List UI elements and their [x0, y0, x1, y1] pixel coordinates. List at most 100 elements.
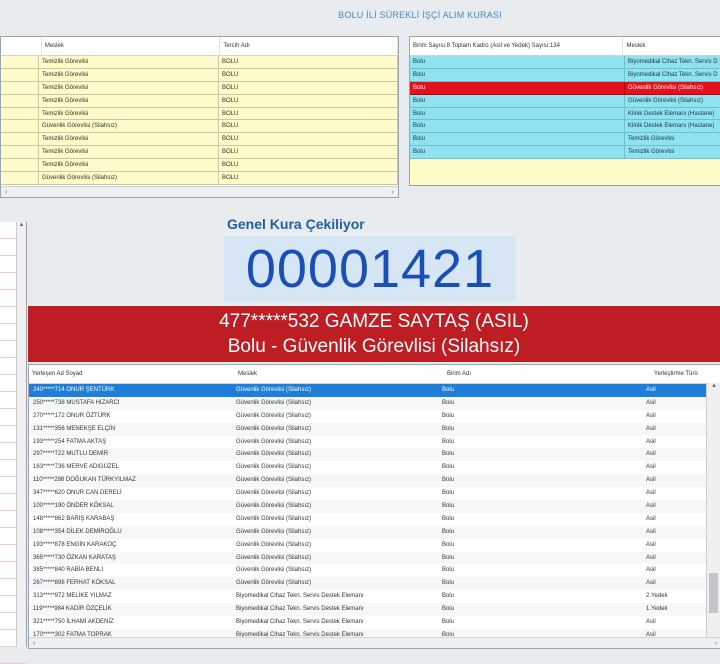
- left-cell-tercih: BOLU: [219, 172, 398, 185]
- results-table-row[interactable]: 240*****714 ONUR ŞENTÜRK Güvenlik Görevli…: [29, 384, 720, 397]
- results-table-row[interactable]: 385*****840 RABİA BENLİ Güvenlik Görevlis…: [29, 564, 720, 577]
- right-cell-birim: Bolu: [410, 68, 625, 82]
- results-cell-name: 108*****354 DİLEK DEMİROĞLU: [29, 525, 232, 539]
- results-cell-birim: Bolu: [442, 515, 455, 522]
- left-cell-tercih: BOLU: [219, 56, 398, 69]
- left-cell-meslek: Temizlik Görevlisi: [39, 146, 219, 160]
- left-table-row[interactable]: Temizlik Görevlisi BOLU: [1, 81, 398, 95]
- results-cell-birim: Bolu: [442, 464, 455, 471]
- results-cell-type: Asil: [646, 567, 656, 574]
- left-side-list[interactable]: ▲: [0, 222, 27, 664]
- scroll-up-icon[interactable]: ▲: [707, 383, 720, 389]
- right-col-meslek[interactable]: Meslek: [623, 37, 720, 55]
- results-table-row[interactable]: 347*****620 ONUR CAN DERELİ Güvenlik Göre…: [29, 487, 720, 500]
- left-cell-blank: [1, 172, 39, 185]
- left-cell-tercih: BOLU: [219, 68, 398, 82]
- results-cell-name: 119*****984 KADİR ÖZÇELİK: [29, 603, 232, 617]
- scroll-left-icon[interactable]: ‹: [5, 189, 7, 196]
- left-list-item[interactable]: [0, 647, 26, 664]
- results-table-row[interactable]: 321*****750 İLHAMİ AKDENİZ Biyomedikal Ci…: [29, 616, 720, 629]
- right-table-row[interactable]: Bolu Klinik Destek Elemanı (Hastane): [410, 107, 720, 121]
- left-col-blank[interactable]: [1, 37, 42, 55]
- left-table-row[interactable]: Güvenlik Görevlisi (Silahsız) BOLU: [1, 120, 398, 134]
- right-table-row[interactable]: Bolu Güvenlik Görevlisi (Silahsız): [410, 94, 720, 108]
- left-table-row[interactable]: Temizlik Görevlisi BOLU: [1, 68, 398, 82]
- results-vscrollbar[interactable]: ▲: [706, 383, 720, 638]
- left-cell-meslek: Güvenlik Görevlisi (Silahsız): [39, 172, 219, 185]
- left-cell-meslek: Temizlik Görevlisi: [39, 107, 219, 121]
- right-cell-meslek: Temizlik Görevlisi: [625, 133, 720, 147]
- results-col-type[interactable]: Yerleştirme Türü: [651, 365, 719, 383]
- results-cell-type: Asil: [646, 464, 656, 471]
- right-table-row[interactable]: Bolu Biyomedikal Cihaz Tekn. Servis D: [410, 56, 720, 69]
- left-hscrollbar[interactable]: ‹ ›: [1, 186, 398, 197]
- results-cell-name: 100*****190 ÖNDER KÖKSAL: [29, 500, 232, 513]
- left-cell-meslek: Temizlik Görevlisi: [39, 81, 219, 95]
- results-table-row[interactable]: 297*****722 MUTLU DEMİR Güvenlik Görevlis…: [29, 448, 720, 462]
- results-hscrollbar[interactable]: ‹ ›: [29, 637, 720, 648]
- left-cell-blank: [1, 107, 39, 121]
- results-cell-meslek: Güvenlik Görevlisi (Silahsız): [232, 500, 438, 513]
- right-cell-meslek: Temizlik Görevlisi: [625, 146, 720, 160]
- results-table-row[interactable]: 193*****254 FATMA AKTAŞ Güvenlik Görevlis…: [29, 436, 720, 449]
- left-table-row[interactable]: Temizlik Görevlisi BOLU: [1, 133, 398, 147]
- results-table-row[interactable]: 365*****730 ÖZKAN KARATAŞ Güvenlik Görevl…: [29, 551, 720, 565]
- results-table-row[interactable]: 193*****878 ENGİN KARAKOÇ Güvenlik Görevl…: [29, 539, 720, 552]
- left-col-meslek[interactable]: Meslek: [42, 37, 221, 55]
- left-table-row[interactable]: Temizlik Görevlisi BOLU: [1, 56, 398, 69]
- results-cell-birim: Bolu: [442, 438, 455, 445]
- results-cell-meslek: Güvenlik Görevlisi (Silahsız): [232, 474, 438, 488]
- results-cell-name: 240*****714 ONUR ŞENTÜRK: [29, 384, 232, 397]
- scroll-left-icon[interactable]: ‹: [33, 640, 35, 647]
- results-cell-name: 267*****898 FERHAT KÖKSAL: [29, 577, 232, 591]
- results-cell-type: Asil: [642, 500, 707, 513]
- results-table-row[interactable]: 100*****190 ÖNDER KÖKSAL Güvenlik Görevli…: [29, 500, 720, 513]
- results-col-name[interactable]: Yerleşen Ad Soyad: [29, 365, 235, 383]
- right-table-row[interactable]: Bolu Temizlik Görevlisi: [410, 146, 720, 160]
- left-col-tercih[interactable]: Tercih Adı: [220, 37, 398, 55]
- results-cell-type: Asil: [642, 384, 707, 397]
- app-title: BOLU İLİ SÜREKLİ İŞÇİ ALIM KURASI: [338, 10, 502, 20]
- right-table-row[interactable]: Bolu Klinik Destek Elemanı (Hastane): [410, 120, 720, 134]
- results-cell-name: 385*****840 RABİA BENLİ: [33, 567, 104, 574]
- results-cell-birim: Bolu: [442, 593, 455, 600]
- results-table-row[interactable]: 270*****172 ONUR ÖZTÜRK Güvenlik Görevlis…: [29, 410, 720, 423]
- results-table-row[interactable]: 313*****972 MELİKE YILMAZ Biyomedikal Cih…: [29, 590, 720, 603]
- left-cell-meslek: Temizlik Görevlisi: [39, 159, 219, 173]
- results-table-row[interactable]: 267*****898 FERHAT KÖKSAL Güvenlik Görevl…: [29, 577, 720, 591]
- left-list-scrollbar[interactable]: ▲: [16, 222, 26, 647]
- results-table-row[interactable]: 148*****862 BARIŞ KARABAŞ Güvenlik Görevl…: [29, 513, 720, 526]
- scroll-thumb[interactable]: [709, 573, 718, 613]
- left-cell-meslek: Temizlik Görevlisi: [39, 94, 219, 108]
- results-table-row[interactable]: 250*****738 MUSTAFA HIZARCI Güvenlik Göre…: [29, 396, 720, 410]
- results-table-row[interactable]: 163*****736 MERVE ADIGÜZEL Güvenlik Görev…: [29, 461, 720, 474]
- results-cell-type: Asil: [642, 422, 707, 436]
- left-table-row[interactable]: Temizlik Görevlisi BOLU: [1, 146, 398, 160]
- results-cell-type: Asil: [642, 525, 707, 539]
- results-cell-name: 110*****298 DOĞUKAN TÜRKYILMAZ: [29, 474, 232, 488]
- results-col-meslek[interactable]: Meslek: [235, 365, 444, 383]
- left-table-row[interactable]: Temizlik Görevlisi BOLU: [1, 94, 398, 108]
- results-cell-meslek: Güvenlik Görevlisi (Silahsız): [236, 464, 312, 471]
- right-col-birim[interactable]: Birim Sayısı:8 Toplam Kadro (Asil ve Yed…: [410, 37, 624, 55]
- left-table-row[interactable]: Temizlik Görevlisi BOLU: [1, 107, 398, 121]
- results-table-row[interactable]: 110*****298 DOĞUKAN TÜRKYILMAZ Güvenlik G…: [29, 474, 720, 488]
- results-cell-birim: Bolu: [442, 541, 455, 548]
- results-cell-name: 148*****862 BARIŞ KARABAŞ: [33, 515, 115, 522]
- scroll-up-icon[interactable]: ▲: [19, 222, 25, 228]
- left-table-row[interactable]: Temizlik Görevlisi BOLU: [1, 159, 398, 173]
- scroll-right-icon[interactable]: ›: [392, 189, 394, 196]
- results-table-row[interactable]: 131*****356 MENEKŞE ELÇİN Güvenlik Görevl…: [29, 422, 720, 436]
- right-table-row[interactable]: Bolu Biyomedikal Cihaz Tekn. Servis D: [410, 68, 720, 82]
- results-col-birim[interactable]: Birim Adı: [444, 365, 651, 383]
- scroll-right-icon[interactable]: ›: [715, 640, 717, 647]
- results-table-row[interactable]: 119*****984 KADİR ÖZÇELİK Biyomedikal Cih…: [29, 603, 720, 617]
- results-cell-meslek: Güvenlik Görevlisi (Silahsız): [232, 384, 438, 397]
- right-table-row[interactable]: Bolu Güvenlik Görevlisi (Silahsız): [410, 81, 720, 95]
- left-cell-blank: [1, 68, 39, 82]
- left-cell-blank: [1, 133, 39, 147]
- results-cell-meslek: Güvenlik Görevlisi (Silahsız): [232, 396, 438, 410]
- left-table-row[interactable]: Güvenlik Görevlisi (Silahsız) BOLU: [1, 172, 398, 185]
- results-table-row[interactable]: 108*****354 DİLEK DEMİROĞLU Güvenlik Göre…: [29, 525, 720, 539]
- right-table-row[interactable]: Bolu Temizlik Görevlisi: [410, 133, 720, 147]
